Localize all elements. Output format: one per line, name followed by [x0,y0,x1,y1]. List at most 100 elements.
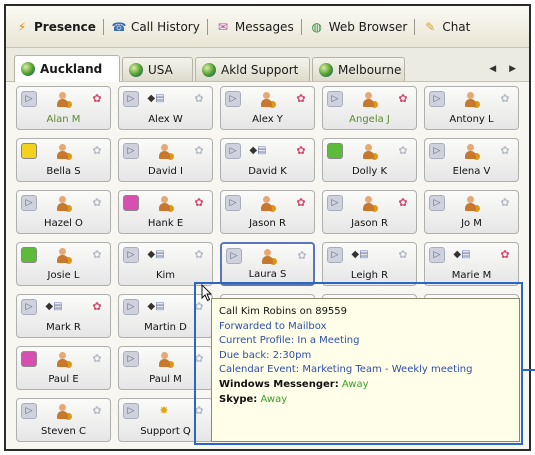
contact-tile[interactable]: ▷ ◆ ▤ ✿ Martin D [118,294,213,338]
contact-tile[interactable]: ▷ ◆ ▤ ✿ Kim [118,242,213,286]
mouse-cursor-icon [201,284,213,302]
sun-icon: ✸ [159,404,169,417]
presence-status-icon: ▷ [225,143,241,159]
contact-name: Steven C [41,426,86,437]
tooltip-call-line[interactable]: Call Kim Robins on 89559 [219,305,512,320]
person-figure [55,247,72,264]
tooltip-profile: Current Profile: In a Meeting [219,335,360,347]
toolbar-tab-label: Web Browser [328,19,408,34]
status-badge [371,153,378,160]
tab-scroll-arrows[interactable]: ◀ ▶ [489,64,521,74]
contact-tile[interactable]: ▷ ◆ ▤ ✿ Leigh R [322,242,417,286]
status-badge [371,205,378,212]
person-icon [156,195,174,212]
contact-tooltip: Call Kim Robins on 89559 Forwarded to Ma… [211,298,520,442]
toolbar-tab-chat[interactable]: ✎ Chat [422,19,470,35]
contact-tile[interactable]: ▷ ✿ Steven C [16,398,111,442]
contact-name: Support Q [140,426,191,437]
contact-tile[interactable]: ✿ Dolly K [322,138,417,182]
contact-tile[interactable]: ▷ ✸ ✿ Support Q [118,398,213,442]
contact-name: Mark R [46,322,81,333]
contact-tile[interactable]: ▷ ✿ Laura S [220,242,315,286]
web-browser-icon: ◍ [311,19,322,34]
presence-status-icon: ▷ [327,247,343,263]
status-badge [371,101,378,108]
presence-pink-icon [123,195,139,211]
presence-status-icon: ▷ [123,403,139,419]
contact-tile[interactable]: ▷ ◆ ▤ ✿ Marie M [424,242,519,286]
person-figure [361,195,378,212]
messenger-icon: ✿ [92,196,102,209]
toolbar-tab-messages[interactable]: ✉ Messages [215,19,294,35]
messenger-icon: ✿ [398,248,408,261]
messenger-icon: ✿ [500,196,510,209]
person-figure [463,195,480,212]
tooltip-skype: Skype: Away [219,393,512,408]
messenger-icon: ✿ [92,144,102,157]
status-badge [270,258,277,265]
contact-name: Marie M [451,270,492,281]
tooltip-skype-label: Skype: [219,393,258,405]
globe-icon [129,62,143,77]
toolbar-tab-call-history[interactable]: ☎ Call History [111,19,199,35]
person-icon [156,143,174,160]
presence-status-icon: ▷ [123,247,139,263]
location-tab-usa[interactable]: USA [122,57,193,81]
tooltip-windows-messenger: Windows Messenger: Away [219,378,512,393]
contact-tile[interactable]: ▷ ✿ Antony L [424,86,519,130]
messenger-icon: ✿ [398,144,408,157]
contact-tile[interactable]: ▷ ◆ ▤ ✿ Mark R [16,294,111,338]
on-phone-icon: ◆ ▤ [147,301,165,312]
flower-icon: ✿ [500,248,510,261]
presence-status-icon: ▷ [123,143,139,159]
contact-tile[interactable]: ▷ ✿ Jason R [220,190,315,234]
contact-tile[interactable]: ▷ ✿ Paul M [118,346,213,390]
contact-name: Kim [155,270,176,281]
location-tab-akld-support[interactable]: Akld Support [195,57,310,81]
person-icon [360,143,378,160]
person-icon [462,195,480,212]
tooltip-wm-status: Away [341,378,369,390]
messenger-icon: ✿ [92,352,102,365]
messenger-icon: ✿ [194,92,204,105]
person-figure [259,91,276,108]
toolbar-tab-presence[interactable]: ⚡ Presence [14,19,96,35]
presence-green-icon [327,143,343,159]
on-phone-icon: ◆ ▤ [249,145,267,156]
status-badge [65,361,72,368]
contact-tile[interactable]: ✿ Bella S [16,138,111,182]
contact-tile[interactable]: ▷ ✿ Hazel O [16,190,111,234]
contact-tile[interactable]: ▷ ✿ Alex Y [220,86,315,130]
contact-tile[interactable]: ✿ Paul E [16,346,111,390]
person-figure [361,143,378,160]
callout-connector-line [523,369,535,371]
presence-status-icon: ▷ [429,91,445,107]
contact-tile[interactable]: ✿ Josie L [16,242,111,286]
contact-name: Jason R [351,218,388,229]
toolbar-tab-web-browser[interactable]: ◍ Web Browser [309,19,408,35]
contact-name: Hank E [147,218,184,229]
chat-icon: ✎ [425,19,436,34]
location-tab-auckland[interactable]: Auckland [14,55,120,82]
contact-tile[interactable]: ▷ ✿ Jason R [322,190,417,234]
main-toolbar: ⚡ Presence ☎ Call History ✉ Messages ◍ Web Brow… [6,6,529,48]
contact-name: Elena V [452,166,491,177]
person-icon [54,143,72,160]
flower-icon: ✿ [92,92,102,105]
presence-yellow-icon [21,143,37,159]
contact-tile[interactable]: ▷ ✿ Elena V [424,138,519,182]
globe-icon [319,62,333,77]
contact-tile[interactable]: ✿ Hank E [118,190,213,234]
location-tab-melbourne[interactable]: Melbourne [312,57,405,81]
contact-tile[interactable]: ▷ ✿ Alan M [16,86,111,130]
contact-name: Alan M [46,114,81,125]
contact-tile[interactable]: ▷ ◆ ▤ ✿ David K [220,138,315,182]
contact-tile[interactable]: ▷ ✿ Jo M [424,190,519,234]
presence-status-icon: ▷ [225,91,241,107]
messenger-icon: ✿ [194,144,204,157]
contact-tile[interactable]: ▷ ✿ Angela J [322,86,417,130]
contact-tile[interactable]: ▷ ◆ ▤ ✿ Alex W [118,86,213,130]
messenger-icon: ✿ [194,404,204,417]
contact-tile[interactable]: ▷ ✿ David I [118,138,213,182]
presence-green-icon [21,247,37,263]
